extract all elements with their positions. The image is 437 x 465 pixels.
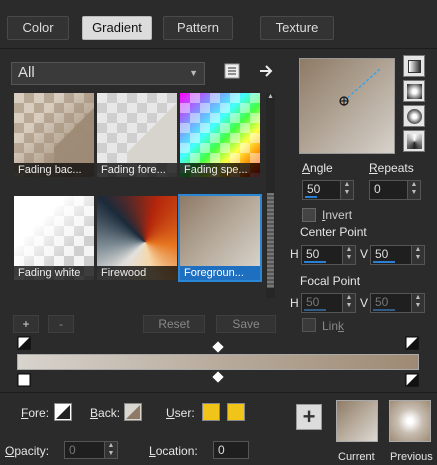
angle-input[interactable]: 50 ▲ ▼ (302, 180, 354, 200)
focal-h-input[interactable]: 50 ▲ ▼ (301, 293, 356, 313)
remove-gradient-button[interactable]: - (48, 315, 74, 333)
gradient-thumb-firewood[interactable]: Firewood (97, 196, 177, 280)
scrollbar-thumb[interactable] (267, 193, 274, 288)
fore-label: Fore: (21, 406, 50, 420)
linear-style-button[interactable] (403, 55, 425, 77)
tab-gradient[interactable]: Gradient (82, 16, 152, 40)
spin-buttons[interactable]: ▲ ▼ (342, 294, 355, 312)
user-swatch-1[interactable] (202, 403, 220, 421)
opacity-input[interactable]: 0 ▲ ▼ (64, 441, 118, 459)
spin-buttons[interactable]: ▲ ▼ (340, 181, 353, 199)
gradient-bar[interactable] (17, 354, 419, 370)
reset-button[interactable]: Reset (143, 315, 205, 333)
top-left-marker-icon[interactable] (17, 336, 31, 350)
focal-v-label: V (360, 296, 369, 310)
user-label: User: (166, 406, 195, 420)
current-label: Current (338, 451, 375, 463)
focal-h-label: H (290, 296, 299, 310)
editor-divider (0, 392, 437, 393)
color-midpoint[interactable] (212, 371, 224, 383)
invert-label: Invert (322, 208, 353, 222)
link-label: Link (322, 319, 345, 333)
left-color-stop-icon[interactable] (17, 373, 31, 387)
opacity-midpoint[interactable] (212, 341, 224, 353)
category-select[interactable]: All ▼ (11, 62, 205, 85)
gradient-preview[interactable] (299, 58, 395, 154)
gradient-label: Fading bac... (14, 163, 94, 177)
user-swatch-2[interactable] (227, 403, 245, 421)
chevron-down-icon: ▼ (189, 68, 198, 78)
gradient-thumb-foreground-background[interactable]: Foregroun... (178, 194, 262, 282)
sunburst-style-button[interactable] (403, 105, 425, 127)
top-right-marker-icon[interactable] (405, 336, 419, 350)
focal-point-label: Focal Point (300, 274, 361, 288)
spin-buttons[interactable]: ▲ ▼ (342, 246, 355, 264)
center-v-label: V (360, 247, 369, 261)
center-h-input[interactable]: 50 ▲ ▼ (301, 245, 356, 265)
previous-label: Previous (390, 451, 433, 463)
location-label: Location: (149, 444, 198, 458)
gradient-thumb-fading-background[interactable]: Fading bac... (14, 93, 94, 177)
gradient-label: Foregroun... (180, 266, 260, 280)
spin-buttons[interactable]: ▲ ▼ (407, 181, 420, 199)
category-value: All (18, 64, 35, 81)
location-input[interactable]: 0 (213, 441, 249, 459)
back-swatch[interactable] (124, 403, 142, 421)
focal-v-input[interactable]: 50 ▲ ▼ (370, 293, 425, 313)
center-point-label: Center Point (300, 225, 367, 239)
scroll-up-icon[interactable]: ▲ (266, 93, 275, 101)
repeats-label: Repeats (369, 161, 414, 175)
spin-buttons[interactable]: ▲ ▼ (411, 294, 424, 312)
rectangular-style-button[interactable] (403, 80, 425, 102)
angle-label: Angle (302, 161, 333, 175)
tab-color[interactable]: Color (7, 16, 69, 40)
link-checkbox[interactable] (302, 318, 316, 332)
current-swatch[interactable] (336, 400, 378, 442)
save-gradient-button[interactable]: Save (216, 315, 276, 333)
tab-pattern[interactable]: Pattern (163, 16, 233, 40)
gradient-label: Fading fore... (97, 163, 177, 177)
gradient-label: Fading white (14, 266, 94, 280)
center-v-input[interactable]: 50 ▲ ▼ (370, 245, 425, 265)
spin-buttons[interactable]: ▲ ▼ (104, 442, 117, 458)
center-h-label: H (290, 247, 299, 261)
tab-divider (0, 48, 437, 49)
opacity-label: Opacity: (5, 444, 50, 458)
gradient-label: Firewood (97, 266, 177, 280)
spin-buttons[interactable]: ▲ ▼ (411, 246, 424, 264)
gradient-list-scrollbar[interactable]: ▲ (266, 93, 275, 298)
gradient-options-icon[interactable] (223, 62, 241, 80)
previous-swatch[interactable] (389, 400, 431, 442)
gradient-thumb-fading-foreground[interactable]: Fading fore... (97, 93, 177, 177)
add-to-swatches-button[interactable]: + (296, 404, 322, 430)
repeats-input[interactable]: 0 ▲ ▼ (369, 180, 421, 200)
gradient-thumb-fading-white[interactable]: Fading white (14, 196, 94, 280)
back-label: Back: (90, 406, 121, 420)
tab-texture[interactable]: Texture (260, 16, 334, 40)
radial-style-button[interactable] (403, 130, 425, 152)
right-color-stop-icon[interactable] (405, 373, 419, 387)
fore-swatch[interactable] (54, 403, 72, 421)
add-gradient-button[interactable]: + (13, 315, 39, 333)
gradient-thumb-fading-spectrum[interactable]: Fading spe... (180, 93, 260, 177)
invert-checkbox[interactable] (302, 208, 316, 222)
arrow-right-icon[interactable] (258, 62, 276, 80)
gradient-label: Fading spe... (180, 163, 260, 177)
